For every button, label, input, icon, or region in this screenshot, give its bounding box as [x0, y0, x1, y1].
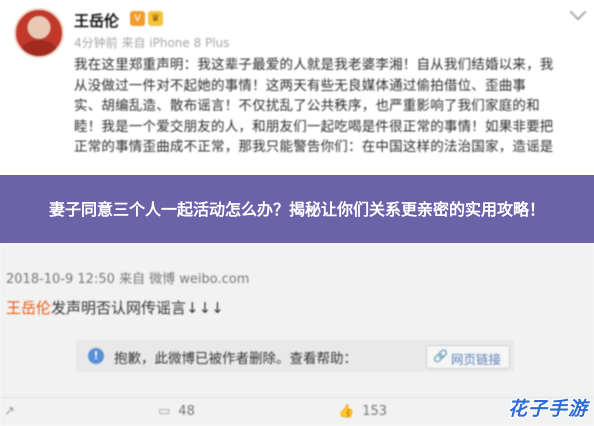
chevron-down-icon[interactable]	[569, 3, 587, 21]
user-mention[interactable]: 王岳伦	[6, 299, 51, 317]
repost-body: 发声明否认网传谣言↓↓↓	[51, 299, 224, 317]
watermark-logo: 花子手游	[507, 398, 588, 420]
post-line: 从没做过一件对不起她的事情！这两天有些无良媒体通过偷拍借位、歪曲事	[74, 77, 527, 94]
user-name[interactable]: 王岳伦	[74, 10, 119, 31]
like-count: 153	[362, 404, 388, 419]
repost-meta: 2018-10-9 12:50 来自 微博 weibo.com	[6, 272, 250, 287]
comment-button[interactable]: ▭ 48	[158, 404, 195, 419]
share-button[interactable]: ↗	[4, 404, 23, 419]
post-line: 睦！我是一个爱交朋友的人，和朋友们一起吃喝是件很正常的事情！如果非要把	[74, 118, 554, 135]
repost-text: 王岳伦发声明否认网传谣言↓↓↓	[6, 297, 224, 318]
action-bar: ↗ ▭ 48 👍 153	[0, 397, 594, 426]
help-link-button[interactable]: 🔗 网页链接	[426, 345, 510, 369]
post-line: 我在这里郑重声明：我这辈子最爱的人就是我老婆李湘！自从我们结婚以来，我	[74, 57, 554, 73]
member-crown-icon: ♛	[148, 11, 163, 26]
like-icon: 👍	[338, 404, 355, 419]
comment-count: 48	[178, 404, 195, 419]
post-meta: 4分钟前 来自 iPhone 8 Plus	[74, 36, 230, 50]
overlay-banner[interactable]: 妻子同意三个人一起活动怎么办？揭秘让你们关系更亲密的实用攻略！	[0, 175, 594, 243]
post-line: 正常的事情歪曲成不正常，那我只能警告你们：在中国这样的法治国家，造谣是	[74, 139, 554, 155]
verified-badge-icon: V	[130, 11, 145, 26]
info-icon: !	[88, 348, 104, 364]
avatar[interactable]	[14, 8, 64, 58]
like-button[interactable]: 👍 153	[338, 404, 387, 419]
post-line: 实、胡编乱造、散布谣言！不仅扰乱了公共秩序，也严重影响了我们家庭的和	[74, 98, 540, 114]
share-icon: ↗	[4, 404, 15, 419]
help-link-label: 网页链接	[451, 352, 502, 367]
post-body: 我在这里郑重声明：我这辈子最爱的人就是我老婆李湘！自从我们结婚以来，我 从没做过…	[74, 55, 586, 158]
link-icon: 🔗	[433, 349, 448, 363]
deleted-notice-text: 抱歉，此微博已被作者删除。查看帮助：	[114, 351, 357, 367]
deleted-notice: ! 抱歉，此微博已被作者删除。查看帮助： 🔗 网页链接	[76, 340, 514, 372]
comment-icon: ▭	[158, 404, 171, 419]
banner-title: 妻子同意三个人一起活动怎么办？揭秘让你们关系更亲密的实用攻略！	[48, 199, 545, 219]
